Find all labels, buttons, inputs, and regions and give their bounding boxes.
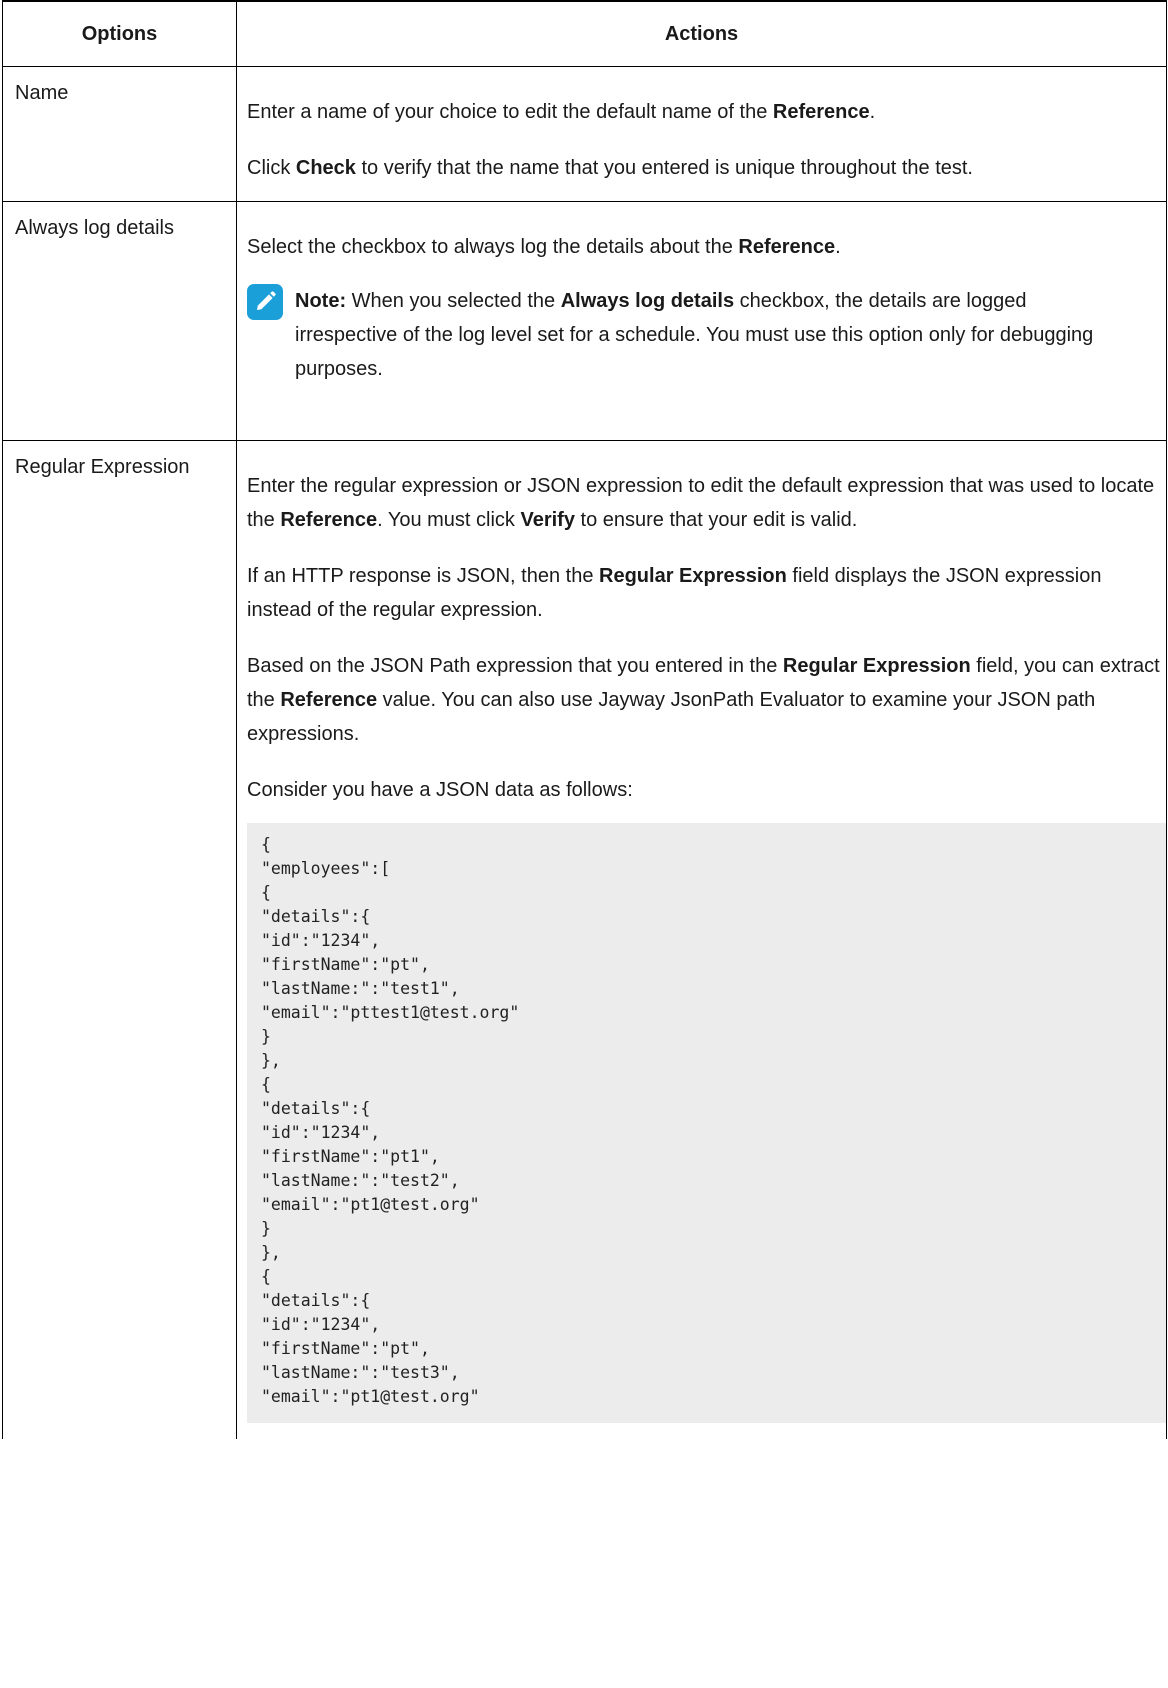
text: If an HTTP response is JSON, then the <box>247 565 600 587</box>
paragraph: Based on the JSON Path expression that y… <box>247 649 1160 751</box>
text: Click <box>247 157 296 179</box>
paragraph: Enter a name of your choice to edit the … <box>247 95 1160 129</box>
header-options: Options <box>2 0 237 67</box>
table-row: Name Enter a name of your choice to edit… <box>2 66 1167 202</box>
bold-term: Verify <box>520 509 575 531</box>
bold-term: Check <box>295 157 356 179</box>
bold-term: Reference <box>280 689 378 711</box>
text: to verify that the name that you entered… <box>355 157 973 179</box>
bold-term: Reference <box>772 101 870 123</box>
bold-term: Reference <box>738 236 836 258</box>
bold-term: Reference <box>280 509 378 531</box>
paragraph: Click Check to verify that the name that… <box>247 151 1160 185</box>
action-cell-always-log: Select the checkbox to always log the de… <box>236 201 1167 441</box>
option-regular-expression: Regular Expression <box>2 440 237 1439</box>
paragraph: If an HTTP response is JSON, then the Re… <box>247 559 1160 627</box>
action-cell-regex: Enter the regular expression or JSON exp… <box>236 440 1167 1439</box>
paragraph: Consider you have a JSON data as follows… <box>247 779 633 801</box>
text: Select the checkbox to always log the de… <box>247 236 739 258</box>
table-row: Regular Expression Enter the regular exp… <box>2 440 1167 1439</box>
option-always-log-details: Always log details <box>2 201 237 441</box>
text: . <box>869 101 876 123</box>
json-code-block: { "employees":[ { "details":{ "id":"1234… <box>247 823 1166 1423</box>
bold-term: Always log details <box>560 290 735 312</box>
options-actions-table: Options Actions Name Enter a name of you… <box>2 0 1167 1439</box>
action-cell-name: Enter a name of your choice to edit the … <box>236 66 1167 202</box>
bold-term: Regular Expression <box>599 565 787 587</box>
text: Enter a name of your choice to edit the … <box>247 101 773 123</box>
pencil-note-icon <box>247 284 283 320</box>
note-text: Note: When you selected the Always log d… <box>295 284 1160 386</box>
table-header-row: Options Actions <box>2 0 1167 67</box>
text: Based on the JSON Path expression that y… <box>247 655 783 677</box>
text: to ensure that your edit is valid. <box>574 509 858 531</box>
text: When you selected the <box>346 290 561 312</box>
table-row: Always log details Select the checkbox t… <box>2 201 1167 441</box>
bold-term: Regular Expression <box>782 655 971 677</box>
note-block: Note: When you selected the Always log d… <box>247 284 1160 386</box>
paragraph: Enter the regular expression or JSON exp… <box>247 469 1160 537</box>
paragraph: Select the checkbox to always log the de… <box>247 230 1160 264</box>
text: . You must click <box>377 509 521 531</box>
header-actions: Actions <box>236 0 1167 67</box>
note-label: Note: <box>295 290 347 312</box>
text: . <box>835 236 841 258</box>
option-name: Name <box>2 66 237 202</box>
